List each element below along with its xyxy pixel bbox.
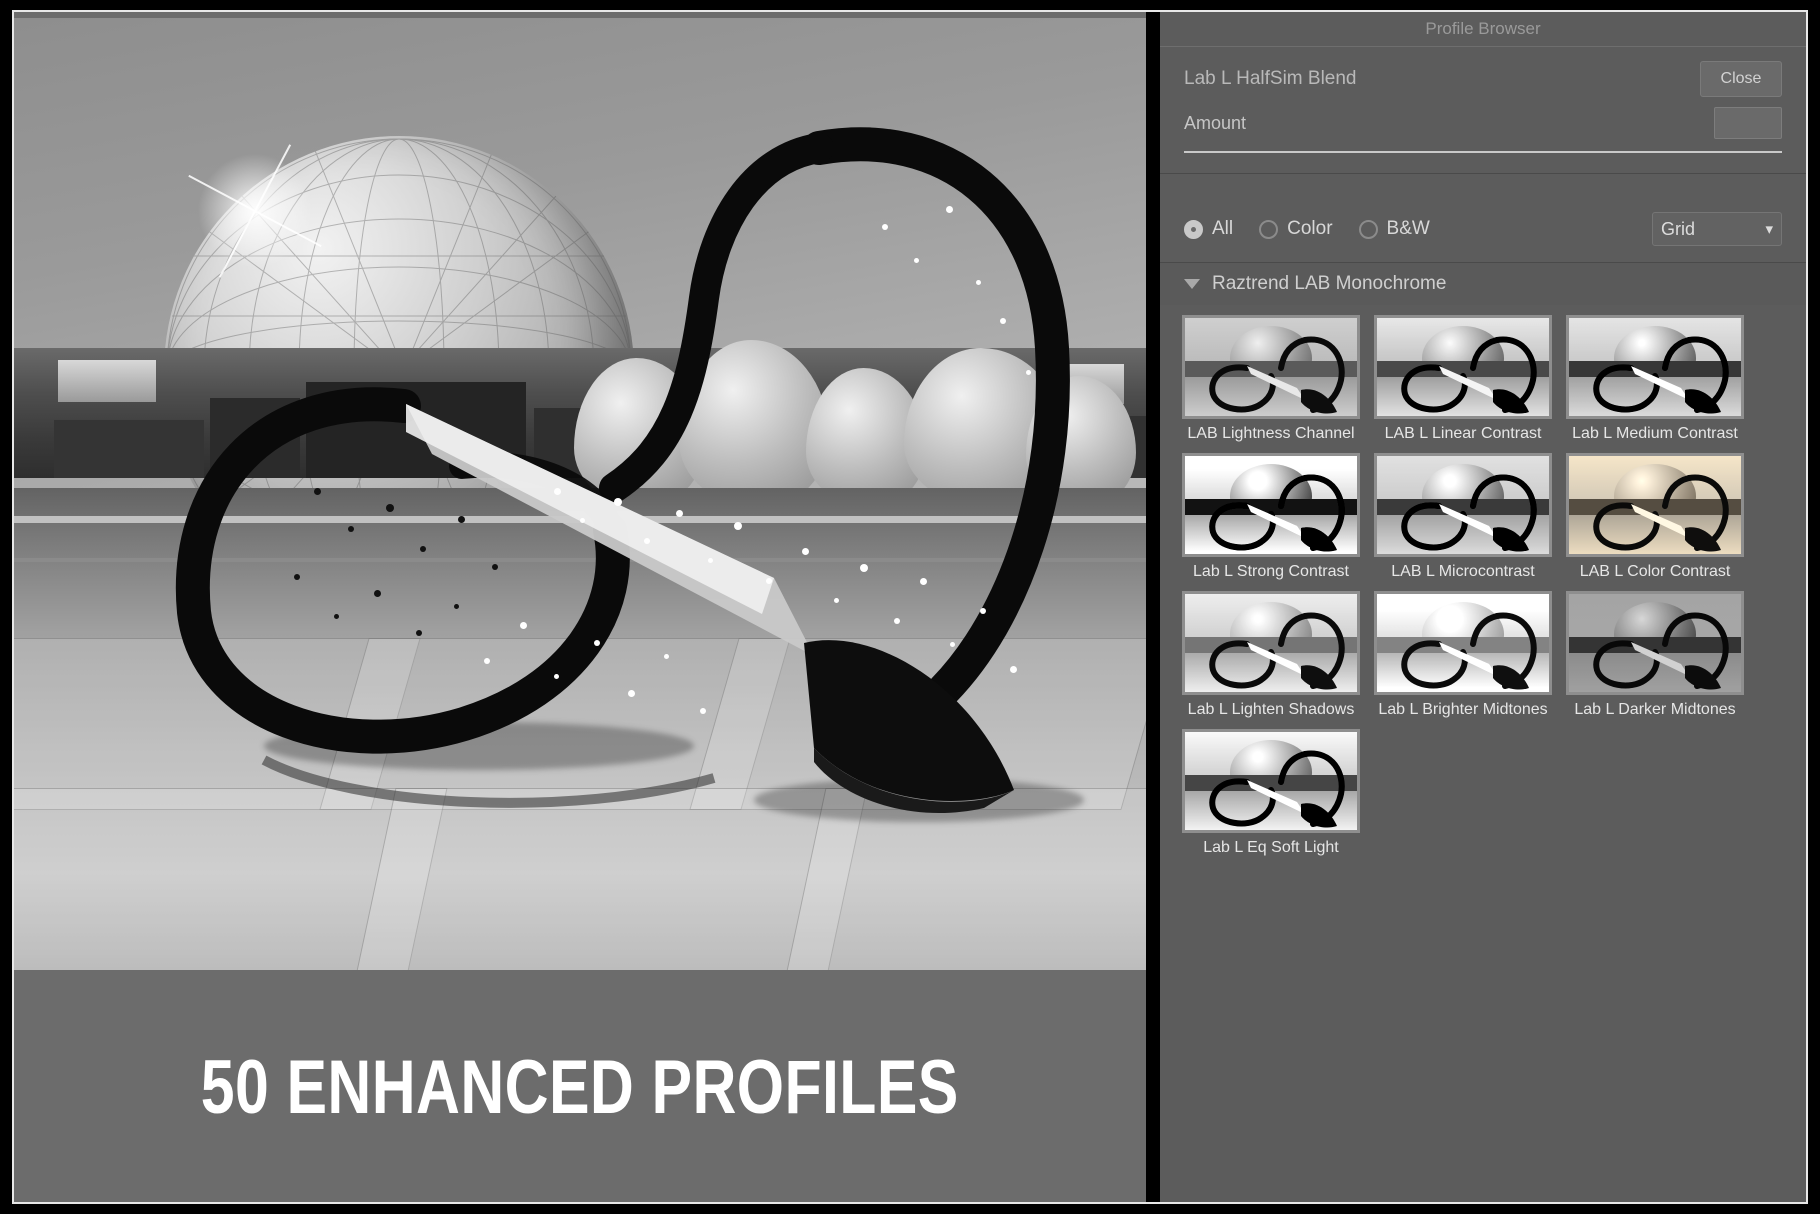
profile-label: Lab L Lighten Shadows <box>1187 701 1355 718</box>
triangle-down-icon <box>1184 279 1200 289</box>
promo-banner-text: 50 ENHANCED PROFILES <box>201 1044 959 1130</box>
filter-radio-bw[interactable]: B&W <box>1358 218 1430 240</box>
profile-thumbnail[interactable] <box>1566 591 1744 695</box>
radio-dot-icon <box>1259 219 1279 239</box>
close-button[interactable]: Close <box>1700 61 1782 97</box>
profile-label: Lab L Brighter Midtones <box>1378 701 1548 718</box>
profile-thumbnail[interactable] <box>1374 591 1552 695</box>
filter-label-bw: B&W <box>1386 218 1430 239</box>
profile-thumbnail[interactable] <box>1182 729 1360 833</box>
profile-label: Lab L Strong Contrast <box>1193 563 1349 580</box>
profile-thumbnail[interactable] <box>1182 315 1360 419</box>
photo-canvas <box>14 18 1146 970</box>
photo-stage: 50 ENHANCED PROFILES <box>14 12 1146 1202</box>
profile-group-title: Raztrend LAB Monochrome <box>1212 273 1447 294</box>
profile-cell-7[interactable]: Lab L Brighter Midtones <box>1374 591 1552 719</box>
profile-cell-8[interactable]: Lab L Darker Midtones <box>1566 591 1744 719</box>
profile-cell-6[interactable]: Lab L Lighten Shadows <box>1182 591 1360 719</box>
radio-dot-icon <box>1358 219 1378 239</box>
profile-thumbnail[interactable] <box>1566 315 1744 419</box>
photo-sculpture <box>14 18 1146 970</box>
profile-label: LAB Lightness Channel <box>1187 425 1355 442</box>
divider <box>1160 173 1806 174</box>
profile-label: LAB L Linear Contrast <box>1384 425 1542 442</box>
profile-label: Lab L Medium Contrast <box>1572 425 1738 442</box>
profile-cell-3[interactable]: Lab L Strong Contrast <box>1182 453 1360 581</box>
profile-thumbnail[interactable] <box>1374 315 1552 419</box>
selected-profile-row: Lab L HalfSim Blend Close <box>1160 47 1806 97</box>
profile-label: Lab L Darker Midtones <box>1574 701 1736 718</box>
amount-label: Amount <box>1184 112 1247 133</box>
main-photo[interactable] <box>14 18 1146 970</box>
profile-grid: LAB Lightness Channel LAB L Linear Contra… <box>1160 305 1806 857</box>
profile-label: LAB L Color Contrast <box>1579 563 1731 580</box>
filter-label-color: Color <box>1287 218 1333 239</box>
filter-label-all: All <box>1212 218 1234 239</box>
profile-cell-4[interactable]: LAB L Microcontrast <box>1374 453 1552 581</box>
profile-thumbnail[interactable] <box>1182 591 1360 695</box>
selected-profile-name: Lab L HalfSim Blend <box>1184 68 1357 89</box>
filter-row: All Color B&W Grid ▾ <box>1160 196 1806 262</box>
screenshot-frame: 50 ENHANCED PROFILES Profile Browser Lab… <box>0 0 1820 1214</box>
filter-radio-all[interactable]: All <box>1184 218 1233 240</box>
profile-cell-0[interactable]: LAB Lightness Channel <box>1182 315 1360 443</box>
chevron-down-icon: ▾ <box>1765 221 1773 238</box>
profile-cell-9[interactable]: Lab L Eq Soft Light <box>1182 729 1360 857</box>
view-mode-select[interactable]: Grid ▾ <box>1652 212 1782 246</box>
profile-cell-2[interactable]: Lab L Medium Contrast <box>1566 315 1744 443</box>
view-mode-value: Grid <box>1661 218 1696 239</box>
profile-cell-5[interactable]: LAB L Color Contrast <box>1566 453 1744 581</box>
profile-cell-1[interactable]: LAB L Linear Contrast <box>1374 315 1552 443</box>
profile-browser-panel: Profile Browser Lab L HalfSim Blend Clos… <box>1160 12 1806 1202</box>
amount-slider[interactable] <box>1184 151 1782 153</box>
profile-group-header[interactable]: Raztrend LAB Monochrome <box>1160 263 1806 305</box>
profile-thumbnail[interactable] <box>1566 453 1744 557</box>
profile-label: LAB L Microcontrast <box>1391 563 1535 580</box>
panel-title: Profile Browser <box>1425 19 1541 38</box>
filter-radio-color[interactable]: Color <box>1259 218 1333 240</box>
amount-row: Amount <box>1160 97 1806 139</box>
amount-input[interactable] <box>1714 107 1782 139</box>
profile-thumbnail[interactable] <box>1374 453 1552 557</box>
radio-dot-icon <box>1184 219 1203 239</box>
profile-thumbnail[interactable] <box>1182 453 1360 557</box>
profile-label: Lab L Eq Soft Light <box>1203 839 1339 856</box>
promo-banner: 50 ENHANCED PROFILES <box>14 972 1146 1202</box>
